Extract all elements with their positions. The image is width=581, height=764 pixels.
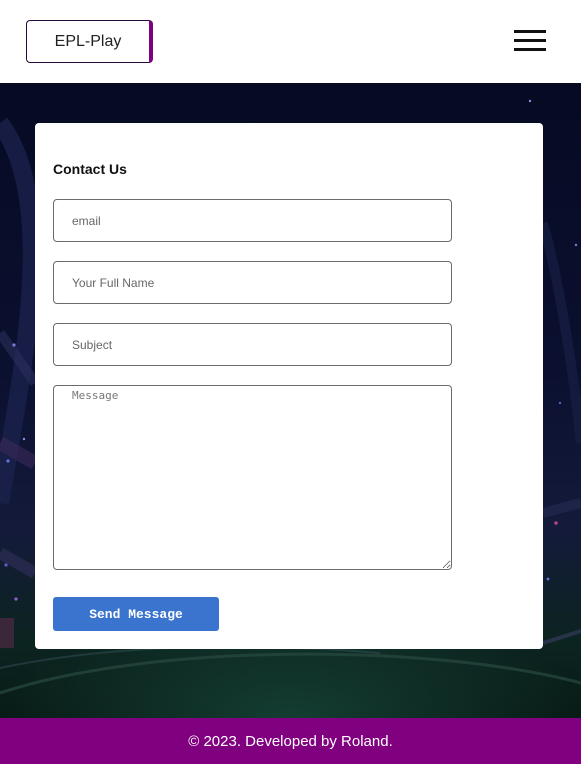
subject-field[interactable] (53, 323, 452, 366)
site-footer: © 2023. Developed by Roland. (0, 718, 581, 764)
logo-button[interactable]: EPL-Play (26, 20, 153, 63)
site-header: EPL-Play (0, 0, 581, 83)
send-message-button[interactable]: Send Message (53, 597, 219, 631)
footer-text: © 2023. Developed by Roland. (188, 732, 393, 750)
contact-form-card: Contact Us Send Message (35, 123, 543, 649)
full-name-field[interactable] (53, 261, 452, 304)
logo-text: EPL-Play (54, 32, 122, 50)
contact-title: Contact Us (53, 161, 127, 177)
email-field[interactable] (53, 199, 452, 242)
hamburger-menu-icon[interactable] (514, 30, 546, 52)
message-textarea[interactable] (53, 385, 452, 570)
